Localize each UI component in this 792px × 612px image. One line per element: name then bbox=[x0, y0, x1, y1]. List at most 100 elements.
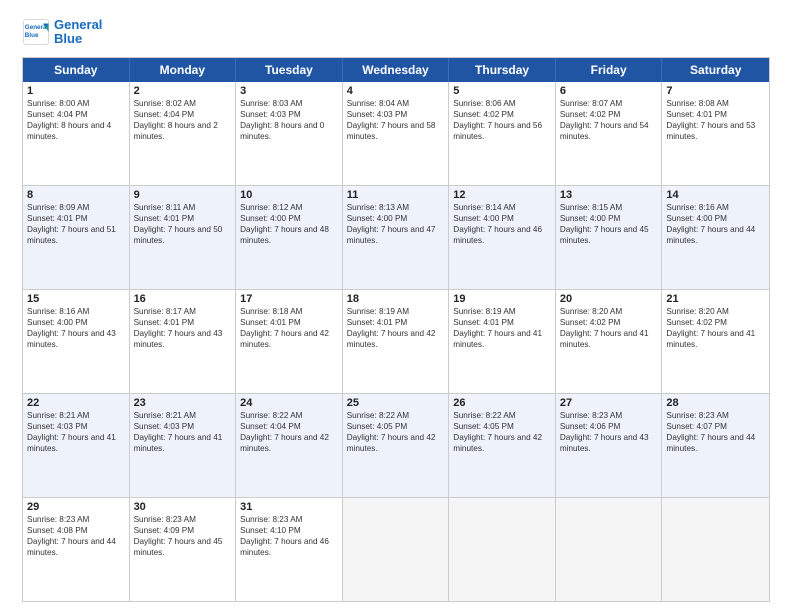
day-detail: Sunrise: 8:23 AMSunset: 4:09 PMDaylight:… bbox=[134, 515, 223, 557]
day-detail: Sunrise: 8:00 AMSunset: 4:04 PMDaylight:… bbox=[27, 99, 111, 141]
weekday-sunday: Sunday bbox=[23, 58, 130, 82]
day-number: 23 bbox=[134, 397, 232, 409]
calendar-empty-cell bbox=[343, 498, 450, 601]
day-number: 2 bbox=[134, 85, 232, 97]
calendar-day-16: 16 Sunrise: 8:17 AMSunset: 4:01 PMDaylig… bbox=[130, 290, 237, 393]
day-number: 4 bbox=[347, 85, 445, 97]
day-number: 14 bbox=[666, 189, 765, 201]
day-number: 20 bbox=[560, 293, 658, 305]
weekday-friday: Friday bbox=[556, 58, 663, 82]
calendar-day-31: 31 Sunrise: 8:23 AMSunset: 4:10 PMDaylig… bbox=[236, 498, 343, 601]
calendar-day-4: 4 Sunrise: 8:04 AMSunset: 4:03 PMDayligh… bbox=[343, 82, 450, 185]
page: General Blue General Blue Sunday Monday … bbox=[0, 0, 792, 612]
calendar-day-30: 30 Sunrise: 8:23 AMSunset: 4:09 PMDaylig… bbox=[130, 498, 237, 601]
logo-blue: Blue bbox=[54, 32, 102, 46]
calendar-day-24: 24 Sunrise: 8:22 AMSunset: 4:04 PMDaylig… bbox=[236, 394, 343, 497]
calendar-header: Sunday Monday Tuesday Wednesday Thursday… bbox=[23, 58, 769, 82]
calendar-day-26: 26 Sunrise: 8:22 AMSunset: 4:05 PMDaylig… bbox=[449, 394, 556, 497]
calendar-day-20: 20 Sunrise: 8:20 AMSunset: 4:02 PMDaylig… bbox=[556, 290, 663, 393]
calendar-day-1: 1 Sunrise: 8:00 AMSunset: 4:04 PMDayligh… bbox=[23, 82, 130, 185]
calendar-day-10: 10 Sunrise: 8:12 AMSunset: 4:00 PMDaylig… bbox=[236, 186, 343, 289]
calendar-day-14: 14 Sunrise: 8:16 AMSunset: 4:00 PMDaylig… bbox=[662, 186, 769, 289]
calendar-day-23: 23 Sunrise: 8:21 AMSunset: 4:03 PMDaylig… bbox=[130, 394, 237, 497]
day-number: 19 bbox=[453, 293, 551, 305]
weekday-thursday: Thursday bbox=[449, 58, 556, 82]
day-number: 12 bbox=[453, 189, 551, 201]
day-detail: Sunrise: 8:20 AMSunset: 4:02 PMDaylight:… bbox=[560, 307, 649, 349]
day-detail: Sunrise: 8:19 AMSunset: 4:01 PMDaylight:… bbox=[347, 307, 436, 349]
day-detail: Sunrise: 8:16 AMSunset: 4:00 PMDaylight:… bbox=[666, 203, 755, 245]
day-detail: Sunrise: 8:17 AMSunset: 4:01 PMDaylight:… bbox=[134, 307, 223, 349]
svg-text:Blue: Blue bbox=[25, 32, 39, 39]
day-number: 21 bbox=[666, 293, 765, 305]
day-detail: Sunrise: 8:04 AMSunset: 4:03 PMDaylight:… bbox=[347, 99, 436, 141]
day-number: 27 bbox=[560, 397, 658, 409]
calendar-day-5: 5 Sunrise: 8:06 AMSunset: 4:02 PMDayligh… bbox=[449, 82, 556, 185]
calendar-day-19: 19 Sunrise: 8:19 AMSunset: 4:01 PMDaylig… bbox=[449, 290, 556, 393]
day-number: 9 bbox=[134, 189, 232, 201]
calendar-row-5: 29 Sunrise: 8:23 AMSunset: 4:08 PMDaylig… bbox=[23, 497, 769, 601]
calendar-row-4: 22 Sunrise: 8:21 AMSunset: 4:03 PMDaylig… bbox=[23, 393, 769, 497]
calendar-day-29: 29 Sunrise: 8:23 AMSunset: 4:08 PMDaylig… bbox=[23, 498, 130, 601]
day-number: 15 bbox=[27, 293, 125, 305]
calendar-row-3: 15 Sunrise: 8:16 AMSunset: 4:00 PMDaylig… bbox=[23, 289, 769, 393]
calendar-empty-cell bbox=[662, 498, 769, 601]
day-detail: Sunrise: 8:22 AMSunset: 4:04 PMDaylight:… bbox=[240, 411, 329, 453]
day-number: 17 bbox=[240, 293, 338, 305]
calendar-row-1: 1 Sunrise: 8:00 AMSunset: 4:04 PMDayligh… bbox=[23, 82, 769, 185]
calendar-day-3: 3 Sunrise: 8:03 AMSunset: 4:03 PMDayligh… bbox=[236, 82, 343, 185]
calendar-day-2: 2 Sunrise: 8:02 AMSunset: 4:04 PMDayligh… bbox=[130, 82, 237, 185]
day-number: 26 bbox=[453, 397, 551, 409]
day-detail: Sunrise: 8:14 AMSunset: 4:00 PMDaylight:… bbox=[453, 203, 542, 245]
day-number: 29 bbox=[27, 501, 125, 513]
header: General Blue General Blue bbox=[22, 18, 770, 47]
calendar-day-22: 22 Sunrise: 8:21 AMSunset: 4:03 PMDaylig… bbox=[23, 394, 130, 497]
day-detail: Sunrise: 8:08 AMSunset: 4:01 PMDaylight:… bbox=[666, 99, 755, 141]
calendar-day-17: 17 Sunrise: 8:18 AMSunset: 4:01 PMDaylig… bbox=[236, 290, 343, 393]
calendar-day-18: 18 Sunrise: 8:19 AMSunset: 4:01 PMDaylig… bbox=[343, 290, 450, 393]
day-detail: Sunrise: 8:07 AMSunset: 4:02 PMDaylight:… bbox=[560, 99, 649, 141]
day-number: 1 bbox=[27, 85, 125, 97]
day-number: 5 bbox=[453, 85, 551, 97]
day-detail: Sunrise: 8:11 AMSunset: 4:01 PMDaylight:… bbox=[134, 203, 223, 245]
day-detail: Sunrise: 8:13 AMSunset: 4:00 PMDaylight:… bbox=[347, 203, 436, 245]
calendar-day-13: 13 Sunrise: 8:15 AMSunset: 4:00 PMDaylig… bbox=[556, 186, 663, 289]
day-number: 8 bbox=[27, 189, 125, 201]
calendar-day-8: 8 Sunrise: 8:09 AMSunset: 4:01 PMDayligh… bbox=[23, 186, 130, 289]
day-number: 10 bbox=[240, 189, 338, 201]
day-detail: Sunrise: 8:21 AMSunset: 4:03 PMDaylight:… bbox=[27, 411, 116, 453]
calendar-day-11: 11 Sunrise: 8:13 AMSunset: 4:00 PMDaylig… bbox=[343, 186, 450, 289]
day-detail: Sunrise: 8:23 AMSunset: 4:07 PMDaylight:… bbox=[666, 411, 755, 453]
day-number: 30 bbox=[134, 501, 232, 513]
calendar-day-15: 15 Sunrise: 8:16 AMSunset: 4:00 PMDaylig… bbox=[23, 290, 130, 393]
day-detail: Sunrise: 8:21 AMSunset: 4:03 PMDaylight:… bbox=[134, 411, 223, 453]
calendar-day-25: 25 Sunrise: 8:22 AMSunset: 4:05 PMDaylig… bbox=[343, 394, 450, 497]
day-number: 28 bbox=[666, 397, 765, 409]
calendar-day-9: 9 Sunrise: 8:11 AMSunset: 4:01 PMDayligh… bbox=[130, 186, 237, 289]
day-detail: Sunrise: 8:23 AMSunset: 4:06 PMDaylight:… bbox=[560, 411, 649, 453]
day-number: 7 bbox=[666, 85, 765, 97]
day-detail: Sunrise: 8:02 AMSunset: 4:04 PMDaylight:… bbox=[134, 99, 218, 141]
weekday-saturday: Saturday bbox=[662, 58, 769, 82]
calendar-day-28: 28 Sunrise: 8:23 AMSunset: 4:07 PMDaylig… bbox=[662, 394, 769, 497]
day-number: 18 bbox=[347, 293, 445, 305]
day-number: 24 bbox=[240, 397, 338, 409]
day-detail: Sunrise: 8:18 AMSunset: 4:01 PMDaylight:… bbox=[240, 307, 329, 349]
day-detail: Sunrise: 8:03 AMSunset: 4:03 PMDaylight:… bbox=[240, 99, 324, 141]
day-detail: Sunrise: 8:06 AMSunset: 4:02 PMDaylight:… bbox=[453, 99, 542, 141]
calendar-empty-cell bbox=[556, 498, 663, 601]
calendar-day-7: 7 Sunrise: 8:08 AMSunset: 4:01 PMDayligh… bbox=[662, 82, 769, 185]
logo-general: General bbox=[54, 18, 102, 32]
calendar-empty-cell bbox=[449, 498, 556, 601]
calendar-day-21: 21 Sunrise: 8:20 AMSunset: 4:02 PMDaylig… bbox=[662, 290, 769, 393]
day-detail: Sunrise: 8:09 AMSunset: 4:01 PMDaylight:… bbox=[27, 203, 116, 245]
calendar-day-6: 6 Sunrise: 8:07 AMSunset: 4:02 PMDayligh… bbox=[556, 82, 663, 185]
logo-icon: General Blue bbox=[22, 18, 50, 46]
day-number: 22 bbox=[27, 397, 125, 409]
calendar: Sunday Monday Tuesday Wednesday Thursday… bbox=[22, 57, 770, 602]
calendar-body: 1 Sunrise: 8:00 AMSunset: 4:04 PMDayligh… bbox=[23, 82, 769, 601]
day-detail: Sunrise: 8:12 AMSunset: 4:00 PMDaylight:… bbox=[240, 203, 329, 245]
day-number: 31 bbox=[240, 501, 338, 513]
day-number: 16 bbox=[134, 293, 232, 305]
day-detail: Sunrise: 8:22 AMSunset: 4:05 PMDaylight:… bbox=[453, 411, 542, 453]
